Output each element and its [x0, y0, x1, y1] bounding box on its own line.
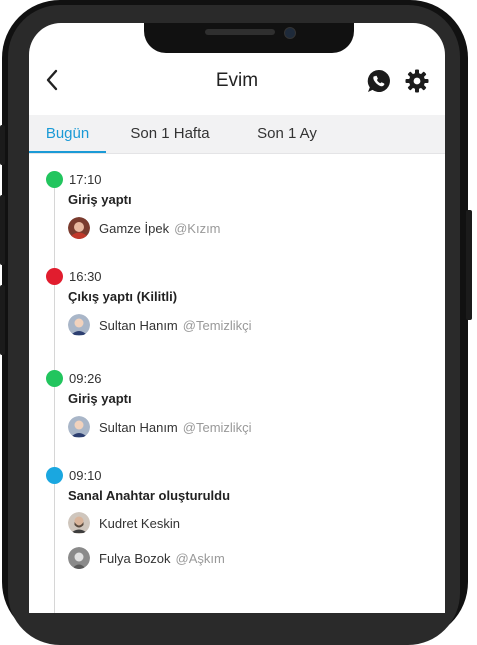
- phone-notch: [144, 23, 354, 53]
- event-title: Giriş yaptı: [68, 391, 132, 406]
- speaker-grille: [205, 29, 275, 35]
- active-tab-indicator: [29, 151, 106, 153]
- event-user[interactable]: Sultan Hanım @Temizlikçi: [68, 415, 252, 439]
- user-name: Gamze İpek: [99, 220, 170, 236]
- phone-volume-down: [0, 285, 5, 355]
- event-title: Giriş yaptı: [68, 192, 132, 207]
- gear-icon: [405, 69, 429, 93]
- avatar: [68, 512, 90, 534]
- user-handle: @Temizlikçi: [182, 419, 252, 435]
- event-title: Sanal Anahtar oluşturuldu: [68, 488, 231, 503]
- front-camera: [284, 27, 296, 39]
- user-name: Kudret Keskin: [99, 515, 180, 531]
- user-handle: @Kızım: [174, 220, 221, 236]
- event-title: Çıkış yaptı (Kilitli): [68, 289, 178, 304]
- phone-volume-up: [0, 195, 5, 265]
- phone-mute-switch: [0, 125, 5, 165]
- user-handle: @Aşkım: [175, 550, 225, 566]
- event-time: 09:10: [69, 468, 102, 483]
- user-name: Fulya Bozok: [99, 550, 171, 566]
- tab-last-week[interactable]: Son 1 Hafta: [117, 115, 223, 153]
- avatar: [68, 217, 90, 239]
- status-dot-green: [46, 370, 63, 387]
- status-dot-blue: [46, 467, 63, 484]
- timeline-line: [54, 179, 55, 613]
- tab-today[interactable]: Bugün: [29, 115, 106, 153]
- user-handle: @Temizlikçi: [182, 317, 252, 333]
- tab-last-month[interactable]: Son 1 Ay: [244, 115, 330, 153]
- event-time: 09:26: [69, 371, 102, 386]
- avatar: [68, 416, 90, 438]
- avatar: [68, 314, 90, 336]
- event-user[interactable]: Fulya Bozok @Aşkım: [68, 546, 225, 570]
- status-dot-green: [46, 171, 63, 188]
- phone-power-button: [466, 210, 472, 320]
- event-user[interactable]: Kudret Keskin: [68, 511, 180, 535]
- user-name: Sultan Hanım: [99, 317, 178, 333]
- whatsapp-icon: [367, 69, 390, 92]
- avatar: [68, 547, 90, 569]
- event-time: 17:10: [69, 172, 102, 187]
- status-dot-red: [46, 268, 63, 285]
- event-user[interactable]: Gamze İpek @Kızım: [68, 216, 221, 240]
- app-header: Evim: [29, 53, 445, 115]
- event-time: 16:30: [69, 269, 102, 284]
- user-name: Sultan Hanım: [99, 419, 178, 435]
- event-user[interactable]: Sultan Hanım @Temizlikçi: [68, 313, 252, 337]
- tab-bar: Bugün Son 1 Hafta Son 1 Ay: [29, 115, 445, 154]
- activity-feed: 17:10 Giriş yaptı Gamze İpek @Kızım 16:3…: [29, 154, 445, 613]
- settings-button[interactable]: [403, 67, 431, 95]
- app-screen: Evim Bugün Son 1 Hafta Son 1 Ay 17:10 Gi…: [29, 23, 445, 613]
- whatsapp-button[interactable]: [365, 67, 393, 95]
